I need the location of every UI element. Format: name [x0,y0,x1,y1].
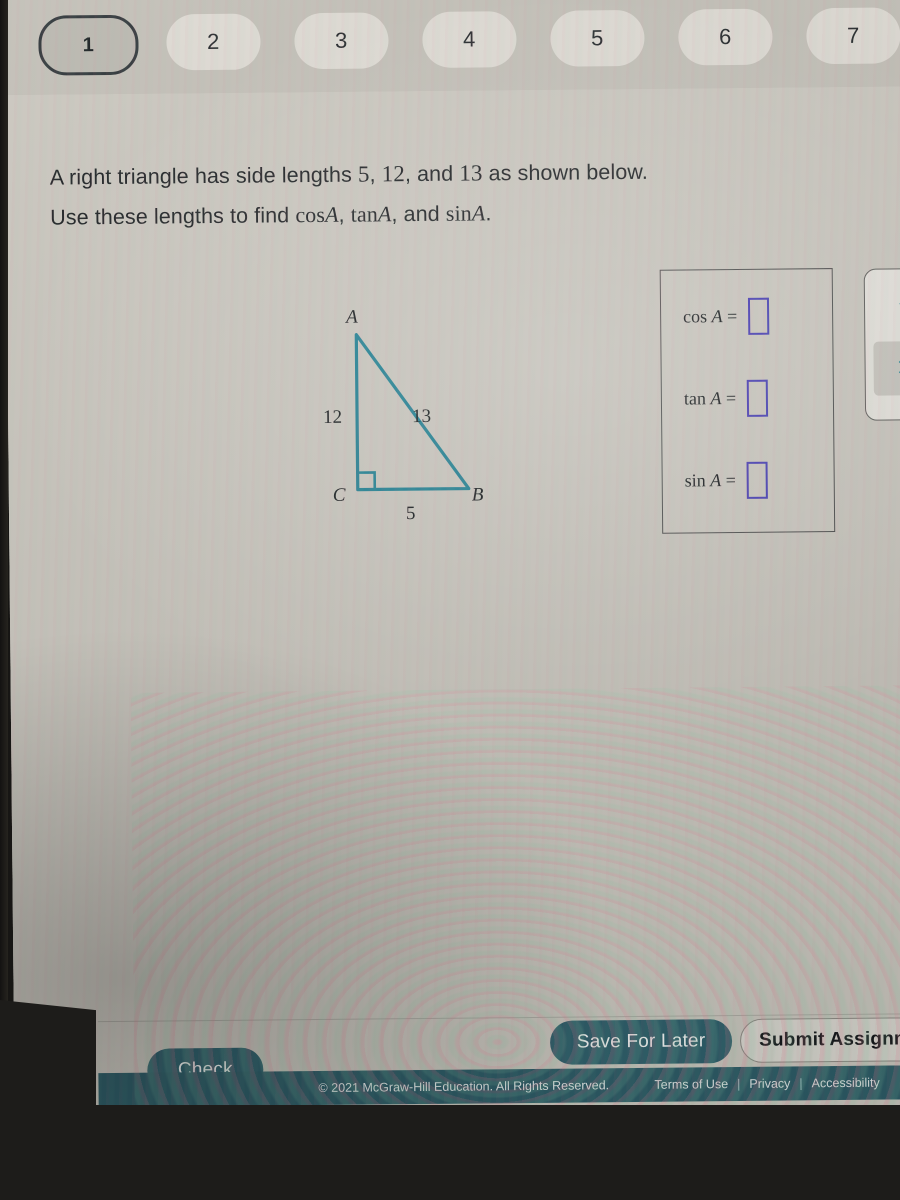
vertex-label-a: A [346,306,358,328]
cos-operator: cos [295,201,326,228]
question-prompt: A right triangle has side lengths 5, 12,… [50,151,751,238]
tan-operator: tan [350,201,379,227]
vertex-label-c: C [332,484,346,506]
tab-question-6[interactable]: 6 [678,8,773,66]
side-length-5: 5 [405,503,416,525]
answer-row-tan: tan A = [683,379,769,418]
right-triangle-figure: A B C 12 13 5 [299,295,531,532]
angle-a-cos: A [324,201,339,227]
tab-question-3[interactable]: 3 [294,12,389,70]
question-content-area: A right triangle has side lengths 5, 12,… [4,86,900,1035]
tab-question-2[interactable]: 2 [166,13,261,71]
length-12: 12 [381,161,406,187]
answer-row-sin: sin A = [684,461,769,500]
tab-question-7[interactable]: 7 [806,7,900,65]
comma-2: , [338,202,351,227]
photographed-screen: 1 2 3 4 5 6 7 A right triangle has side … [0,0,900,1200]
screen-bezel-bottom [0,1105,900,1200]
cos-a-input[interactable] [748,297,770,335]
cos-a-label: cos A = [683,305,738,327]
and-text: , and [404,161,460,187]
side-length-13: 13 [411,405,432,428]
length-5: 5 [357,161,370,187]
vertex-label-b: B [471,484,484,506]
angle-a-tan: A [377,201,392,227]
footer-separator-1: | [737,1076,741,1092]
length-13: 13 [459,160,483,186]
tab-question-1[interactable]: 1 [38,14,139,76]
tan-a-input[interactable] [746,379,769,417]
terms-of-use-link[interactable]: Terms of Use [654,1077,728,1092]
x-variable-icon[interactable]: ✕ [873,341,900,396]
period: . [485,201,492,226]
question-line-1: A right triangle has side lengths 5, 12,… [50,151,750,198]
sin-operator: sin [445,200,472,226]
math-tool-palette[interactable]: ÷ ✕ [863,267,900,421]
privacy-link[interactable]: Privacy [749,1077,790,1091]
copyright-text: © 2021 McGraw-Hill Education. All Rights… [318,1078,610,1096]
and-text-2: , and [391,201,446,227]
right-angle-marker [357,471,377,490]
tan-a-label: tan A = [683,387,737,409]
answer-entry-box: cos A = tan A = sin A = [659,268,836,534]
fraction-icon[interactable]: ÷ [873,277,900,332]
tab-question-4[interactable]: 4 [422,11,517,68]
submit-assignment-button[interactable]: Submit Assignment [739,1017,900,1063]
save-for-later-button[interactable]: Save For Later [549,1019,733,1065]
footer-links: Terms of Use | Privacy | Accessibility [654,1076,879,1092]
answer-row-cos: cos A = [683,297,770,336]
prompt-text: A right triangle has side lengths [49,162,359,190]
accessibility-link[interactable]: Accessibility [812,1076,880,1091]
sin-a-label: sin A = [684,469,736,491]
question-tab-bar: 1 2 3 4 5 6 7 [4,0,900,96]
sin-a-input[interactable] [746,461,769,499]
comma: , [369,162,382,187]
footer-separator-2: | [799,1076,803,1091]
page-footer: © 2021 McGraw-Hill Education. All Rights… [98,1065,900,1108]
as-shown-below: as shown below. [482,159,648,186]
side-length-12: 12 [322,406,343,428]
angle-a-sin: A [471,200,486,226]
question-line-2: Use these lengths to find cosA, tanA, an… [50,191,750,238]
screen-content: 1 2 3 4 5 6 7 A right triangle has side … [4,0,900,1114]
tab-question-5[interactable]: 5 [550,9,645,67]
use-lengths-text: Use these lengths to find [50,203,296,230]
